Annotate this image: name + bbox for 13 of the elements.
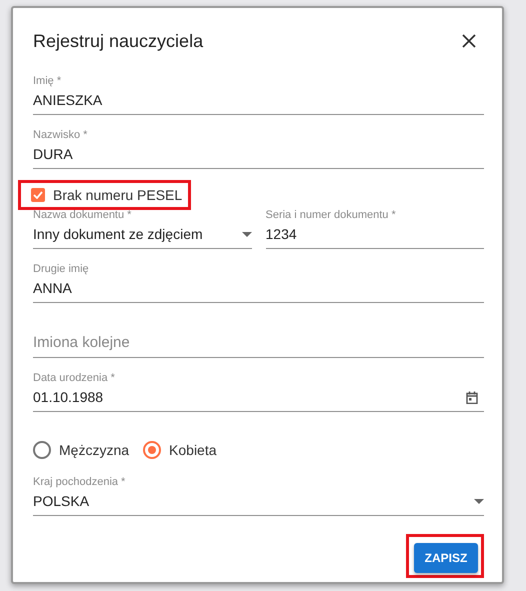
text-field[interactable]: Drugie imię ANNA bbox=[33, 262, 484, 303]
select-field[interactable]: Kraj pochodzenia * POLSKA bbox=[33, 475, 484, 516]
save-button[interactable]: ZAPISZ bbox=[414, 543, 478, 573]
text-field[interactable]: Seria i numer dokumentu * 1234 bbox=[266, 208, 484, 249]
text-field[interactable]: Nazwisko * DURA bbox=[33, 128, 484, 169]
text-field[interactable]: Imię * ANIESZKA bbox=[33, 74, 484, 115]
radio-option[interactable]: Mężczyzna bbox=[33, 441, 130, 459]
select-field[interactable]: Nazwa dokumentu * Inny dokument ze zdjęciem bbox=[33, 208, 252, 249]
text-field[interactable]: Imiona kolejne bbox=[33, 316, 484, 358]
checkbox-label[interactable]: Brak numeru PESEL bbox=[53, 187, 182, 203]
date-field[interactable]: Data urodzenia * 01.10.1988 bbox=[33, 371, 484, 412]
radio-option[interactable]: Kobieta bbox=[143, 441, 217, 459]
dialog-title: Rejestruj nauczyciela bbox=[33, 30, 204, 52]
